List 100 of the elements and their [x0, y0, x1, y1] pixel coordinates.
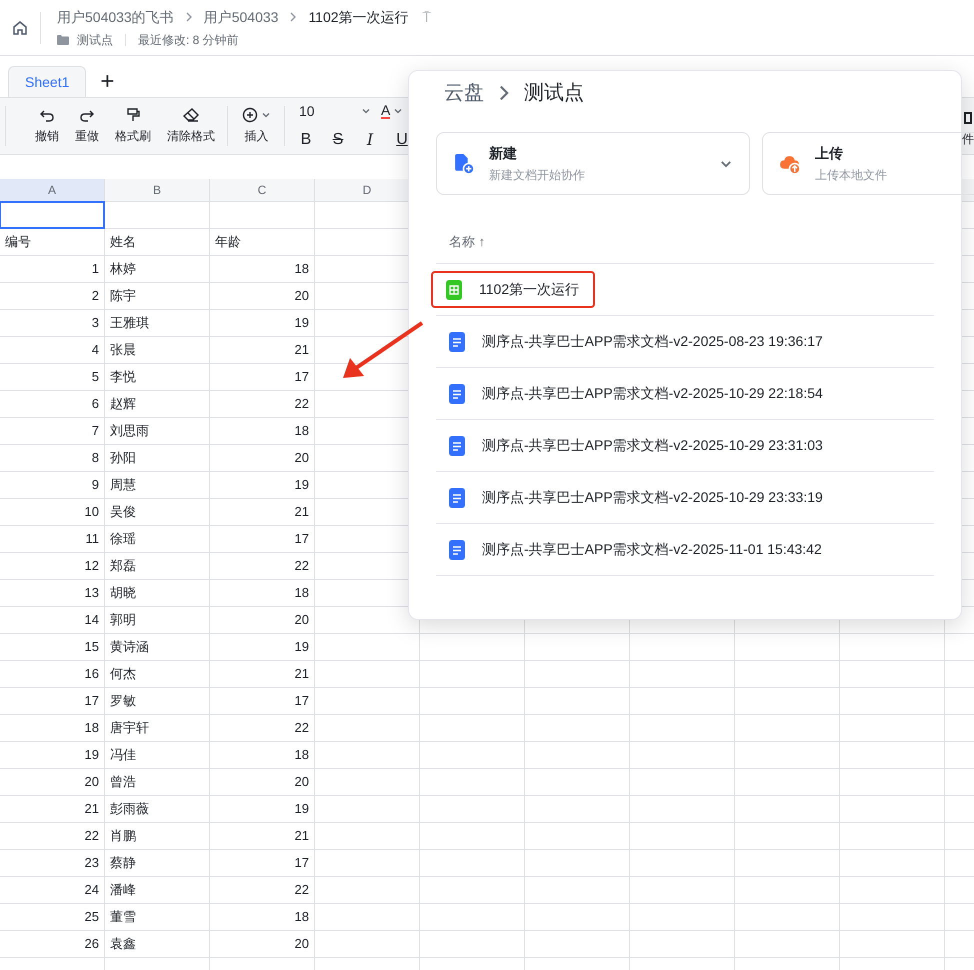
- table-cell-text: 21: [294, 827, 309, 846]
- table-cell-text: 21: [84, 800, 99, 818]
- brush-button[interactable]: 格式刷: [115, 107, 151, 145]
- column-header[interactable]: A: [48, 181, 56, 199]
- table-cell-text: 吴俊: [110, 503, 136, 522]
- undo-button[interactable]: 撤销: [35, 107, 59, 145]
- insert-button[interactable]: 插入: [242, 107, 271, 145]
- table-cell-text: 19: [84, 746, 99, 764]
- table-cell-text: 14: [84, 611, 99, 630]
- new-document-icon: [453, 152, 475, 174]
- table-cell-text: 18: [294, 908, 309, 926]
- table-cell-text: 徐瑶: [110, 530, 136, 548]
- file-row[interactable]: 测序点-共享巴士APP需求文档-v2-2025-11-01 15:43:42: [436, 531, 836, 568]
- italic-button[interactable]: I: [363, 128, 377, 152]
- table-cell-text: 23: [84, 854, 99, 872]
- underline-button[interactable]: U: [395, 128, 409, 152]
- table-cell-text: 董雪: [110, 908, 136, 926]
- table-cell-text: 曾浩: [110, 773, 136, 792]
- table-cell-text: 年龄: [215, 233, 241, 252]
- table-cell-text: 26: [84, 935, 99, 954]
- breadcrumb-link[interactable]: 用户504033的飞书: [57, 6, 174, 28]
- eraser-icon: [183, 107, 199, 123]
- column-header[interactable]: C: [258, 181, 266, 199]
- chevron-icon: [288, 12, 298, 22]
- font-size-dropdown[interactable]: 10: [299, 100, 373, 122]
- table-cell-text: 肖鹏: [110, 827, 136, 846]
- table-cell-text: 12: [84, 557, 99, 576]
- table-cell-text: 19: [294, 800, 309, 818]
- table-cell-text: 17: [294, 692, 309, 710]
- table-cell-text: 21: [294, 503, 309, 522]
- sort-header[interactable]: 名称 ↑: [449, 232, 486, 252]
- table-cell-text: 6: [92, 395, 99, 414]
- document-icon: [448, 436, 466, 456]
- folder-name[interactable]: 测试点: [77, 30, 113, 48]
- document-title: 1102第一次运行: [308, 8, 409, 26]
- breadcrumb-link[interactable]: 测试点: [524, 78, 584, 108]
- new-card[interactable]: 新建 新建文档开始协作: [436, 132, 750, 195]
- table-cell-text: 编号: [5, 233, 31, 252]
- table-cell-text: 林婷: [110, 260, 136, 278]
- table-cell-text: 罗敏: [110, 692, 136, 710]
- table-cell-text: 17: [294, 530, 309, 548]
- strikethrough-button[interactable]: S: [331, 128, 345, 152]
- table-cell-text: 冯佳: [110, 746, 136, 764]
- spreadsheet-icon: [445, 280, 463, 300]
- table-cell-text: 潘峰: [110, 881, 136, 900]
- table-cell-text: 18: [294, 584, 309, 602]
- table-cell-text: 黄诗涵: [110, 638, 149, 656]
- redo-button[interactable]: 重做: [75, 107, 99, 145]
- column-header[interactable]: D: [362, 181, 372, 199]
- table-cell-text: 17: [294, 854, 309, 872]
- table-cell-text: 15: [84, 638, 99, 656]
- table-cell-text: 赵辉: [110, 395, 136, 414]
- plus-circle-icon: [242, 107, 258, 123]
- table-cell-text: 17: [84, 692, 99, 710]
- document-icon: [448, 488, 466, 508]
- table-cell-text: 袁鑫: [110, 935, 136, 954]
- table-cell-text: 2: [92, 287, 99, 306]
- bold-button[interactable]: B: [299, 128, 313, 152]
- file-row[interactable]: 1102第一次运行: [431, 271, 596, 308]
- table-cell-text: 18: [84, 719, 99, 738]
- breadcrumb-link[interactable]: 云盘: [444, 78, 484, 108]
- table-cell-text: 彭雨薇: [110, 800, 149, 818]
- column-header[interactable]: B: [152, 181, 161, 199]
- table-cell-text: 20: [294, 449, 309, 468]
- table-cell-text: 7: [92, 422, 99, 440]
- document-icon: [448, 384, 466, 404]
- table-cell-text: 22: [294, 557, 309, 576]
- table-cell-text: 蔡静: [110, 854, 136, 872]
- add-sheet-button[interactable]: +: [100, 66, 114, 97]
- table-cell-text: 陈宇: [110, 287, 136, 306]
- table-cell-text: 19: [294, 314, 309, 332]
- table-cell-text: 17: [294, 368, 309, 386]
- eraser-button[interactable]: 清除格式: [167, 107, 215, 145]
- file-row[interactable]: 测序点-共享巴士APP需求文档-v2-2025-08-23 19:36:17: [436, 323, 837, 360]
- home-icon[interactable]: [12, 20, 28, 36]
- table-cell-text: 18: [294, 260, 309, 278]
- toolbar-label: 件: [962, 131, 974, 148]
- table-cell-text: 4: [92, 341, 99, 360]
- table-cell-text: 姓名: [110, 233, 136, 252]
- table-cell-text: 周慧: [110, 476, 136, 494]
- table-cell-text: 21: [294, 665, 309, 684]
- table-cell-text: 20: [84, 773, 99, 792]
- table-cell-text: 22: [294, 719, 309, 738]
- table-cell-text: 20: [294, 935, 309, 954]
- table-cell-text: 18: [294, 746, 309, 764]
- table-cell-text: 1: [92, 260, 99, 278]
- table-cell-text: 19: [294, 638, 309, 656]
- font-color-button[interactable]: A: [381, 103, 404, 119]
- file-row[interactable]: 测序点-共享巴士APP需求文档-v2-2025-10-29 22:18:54: [436, 375, 837, 412]
- sheet-tab[interactable]: Sheet1: [8, 66, 86, 97]
- table-cell-text: 张晨: [110, 341, 136, 360]
- chevron-icon: [184, 12, 194, 22]
- file-row[interactable]: 测序点-共享巴士APP需求文档-v2-2025-10-29 23:31:03: [436, 427, 837, 464]
- table-cell-text: 何杰: [110, 665, 136, 684]
- table-cell-text: 李悦: [110, 368, 136, 386]
- breadcrumb-link[interactable]: 用户504033: [204, 6, 278, 28]
- table-cell-text: 王雅琪: [110, 314, 149, 332]
- caret-icon: [361, 106, 371, 116]
- file-row[interactable]: 测序点-共享巴士APP需求文档-v2-2025-10-29 23:33:19: [436, 479, 837, 516]
- table-cell-text: 13: [84, 584, 99, 602]
